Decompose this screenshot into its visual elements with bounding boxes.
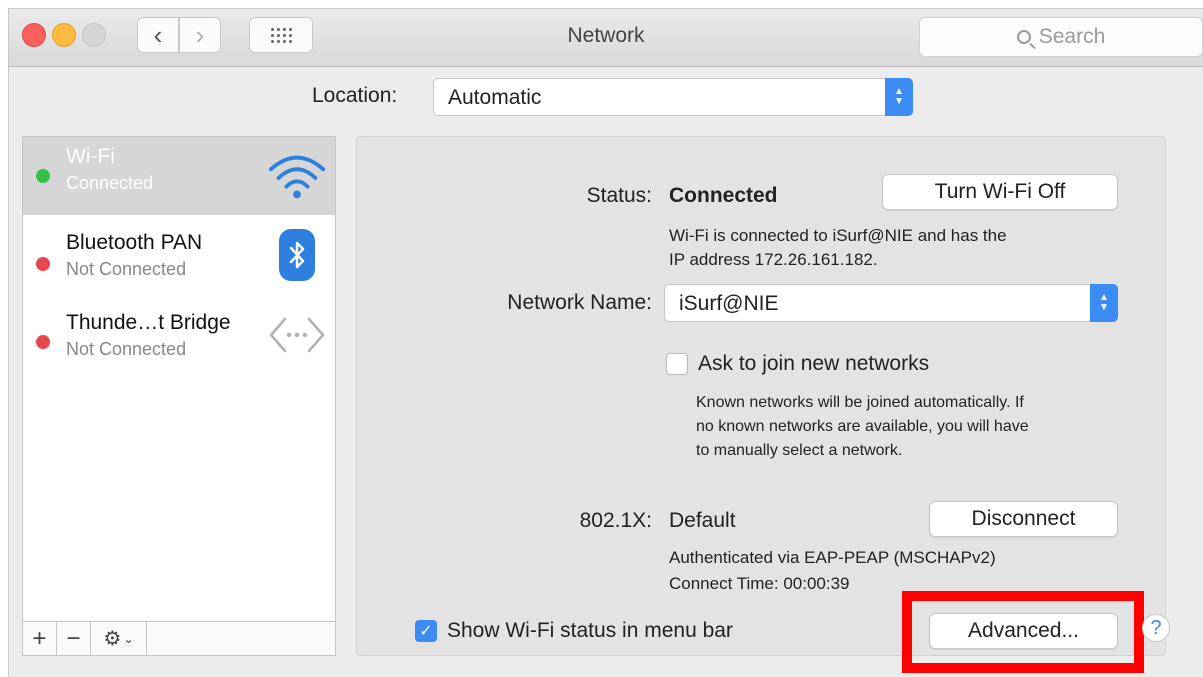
- connect-time: Connect Time: 00:00:39: [669, 574, 850, 593]
- service-status: Not Connected: [66, 259, 187, 279]
- service-status: Connected: [66, 173, 154, 193]
- minus-icon: −: [66, 624, 81, 652]
- service-name: Thunde…t Bridge: [66, 311, 231, 334]
- wifi-icon: [267, 149, 327, 205]
- show-wifi-status-checkbox[interactable]: ✓: [415, 620, 437, 642]
- gear-icon: ⚙: [103, 628, 122, 650]
- chevron-down-icon: ⌄: [123, 631, 134, 646]
- ask-to-join-checkbox[interactable]: [666, 353, 688, 375]
- search-placeholder: Search: [1038, 25, 1106, 48]
- service-item-wifi[interactable]: Wi-Fi Connected: [23, 137, 335, 215]
- ask-join-description-line-3: to manually select a network.: [696, 442, 903, 459]
- network-name-value: iSurf@NIE: [679, 292, 779, 315]
- turn-wifi-off-button[interactable]: Turn Wi-Fi Off: [882, 174, 1118, 210]
- service-list-toolbar: + − ⚙ ⌄: [22, 622, 336, 656]
- service-item-thunderbolt-bridge[interactable]: Thunde…t Bridge Not Connected: [23, 293, 335, 371]
- status-dot-red: [36, 335, 50, 349]
- action-menu-button[interactable]: ⚙ ⌄: [91, 622, 147, 655]
- status-dot-green: [36, 169, 50, 183]
- network-stepper-icon: ▲ ▼: [1090, 284, 1118, 322]
- dot1x-label: 802.1X:: [579, 509, 652, 532]
- location-select[interactable]: Automatic ▲ ▼: [433, 78, 913, 116]
- service-item-bluetooth-pan[interactable]: Bluetooth PAN Not Connected: [23, 215, 335, 293]
- service-name: Wi-Fi: [66, 145, 115, 168]
- status-description-line-2: IP address 172.26.161.182.: [669, 250, 878, 269]
- location-stepper-icon: ▲ ▼: [885, 78, 913, 116]
- network-name-label: Network Name:: [507, 291, 652, 314]
- title-bar: ‹ › Network Search: [9, 9, 1203, 67]
- location-label: Location:: [312, 84, 398, 107]
- thunderbolt-bridge-icon: [267, 307, 327, 363]
- ask-join-description-line-1: Known networks will be joined automatica…: [696, 394, 1024, 411]
- status-label: Status:: [586, 184, 652, 207]
- remove-service-button[interactable]: −: [57, 622, 91, 655]
- dot1x-value: Default: [669, 509, 736, 532]
- service-status: Not Connected: [66, 339, 187, 359]
- disconnect-button[interactable]: Disconnect: [929, 501, 1118, 537]
- bluetooth-icon: [267, 227, 327, 283]
- status-value: Connected: [669, 184, 778, 207]
- search-field[interactable]: Search: [919, 17, 1203, 57]
- red-highlight-box: [902, 591, 1144, 673]
- service-list: Wi-Fi Connected Bluetooth PAN Not Connec…: [22, 136, 336, 622]
- search-icon: [1016, 30, 1031, 44]
- authentication-info: Authenticated via EAP-PEAP (MSCHAPv2): [669, 548, 996, 567]
- status-dot-red: [36, 257, 50, 271]
- show-wifi-status-label: Show Wi-Fi status in menu bar: [447, 619, 733, 642]
- location-value: Automatic: [448, 86, 542, 109]
- help-icon: ?: [1150, 616, 1162, 639]
- status-description-line-1: Wi-Fi is connected to iSurf@NIE and has …: [669, 226, 1007, 245]
- ask-join-description-line-2: no known networks are available, you wil…: [696, 418, 1029, 435]
- plus-icon: +: [32, 624, 47, 652]
- service-name: Bluetooth PAN: [66, 231, 203, 254]
- ask-to-join-label: Ask to join new networks: [698, 352, 930, 375]
- add-service-button[interactable]: +: [23, 622, 57, 655]
- help-button[interactable]: ?: [1142, 614, 1170, 642]
- checkmark-icon: ✓: [419, 623, 433, 640]
- network-name-select[interactable]: iSurf@NIE ▲ ▼: [664, 284, 1118, 322]
